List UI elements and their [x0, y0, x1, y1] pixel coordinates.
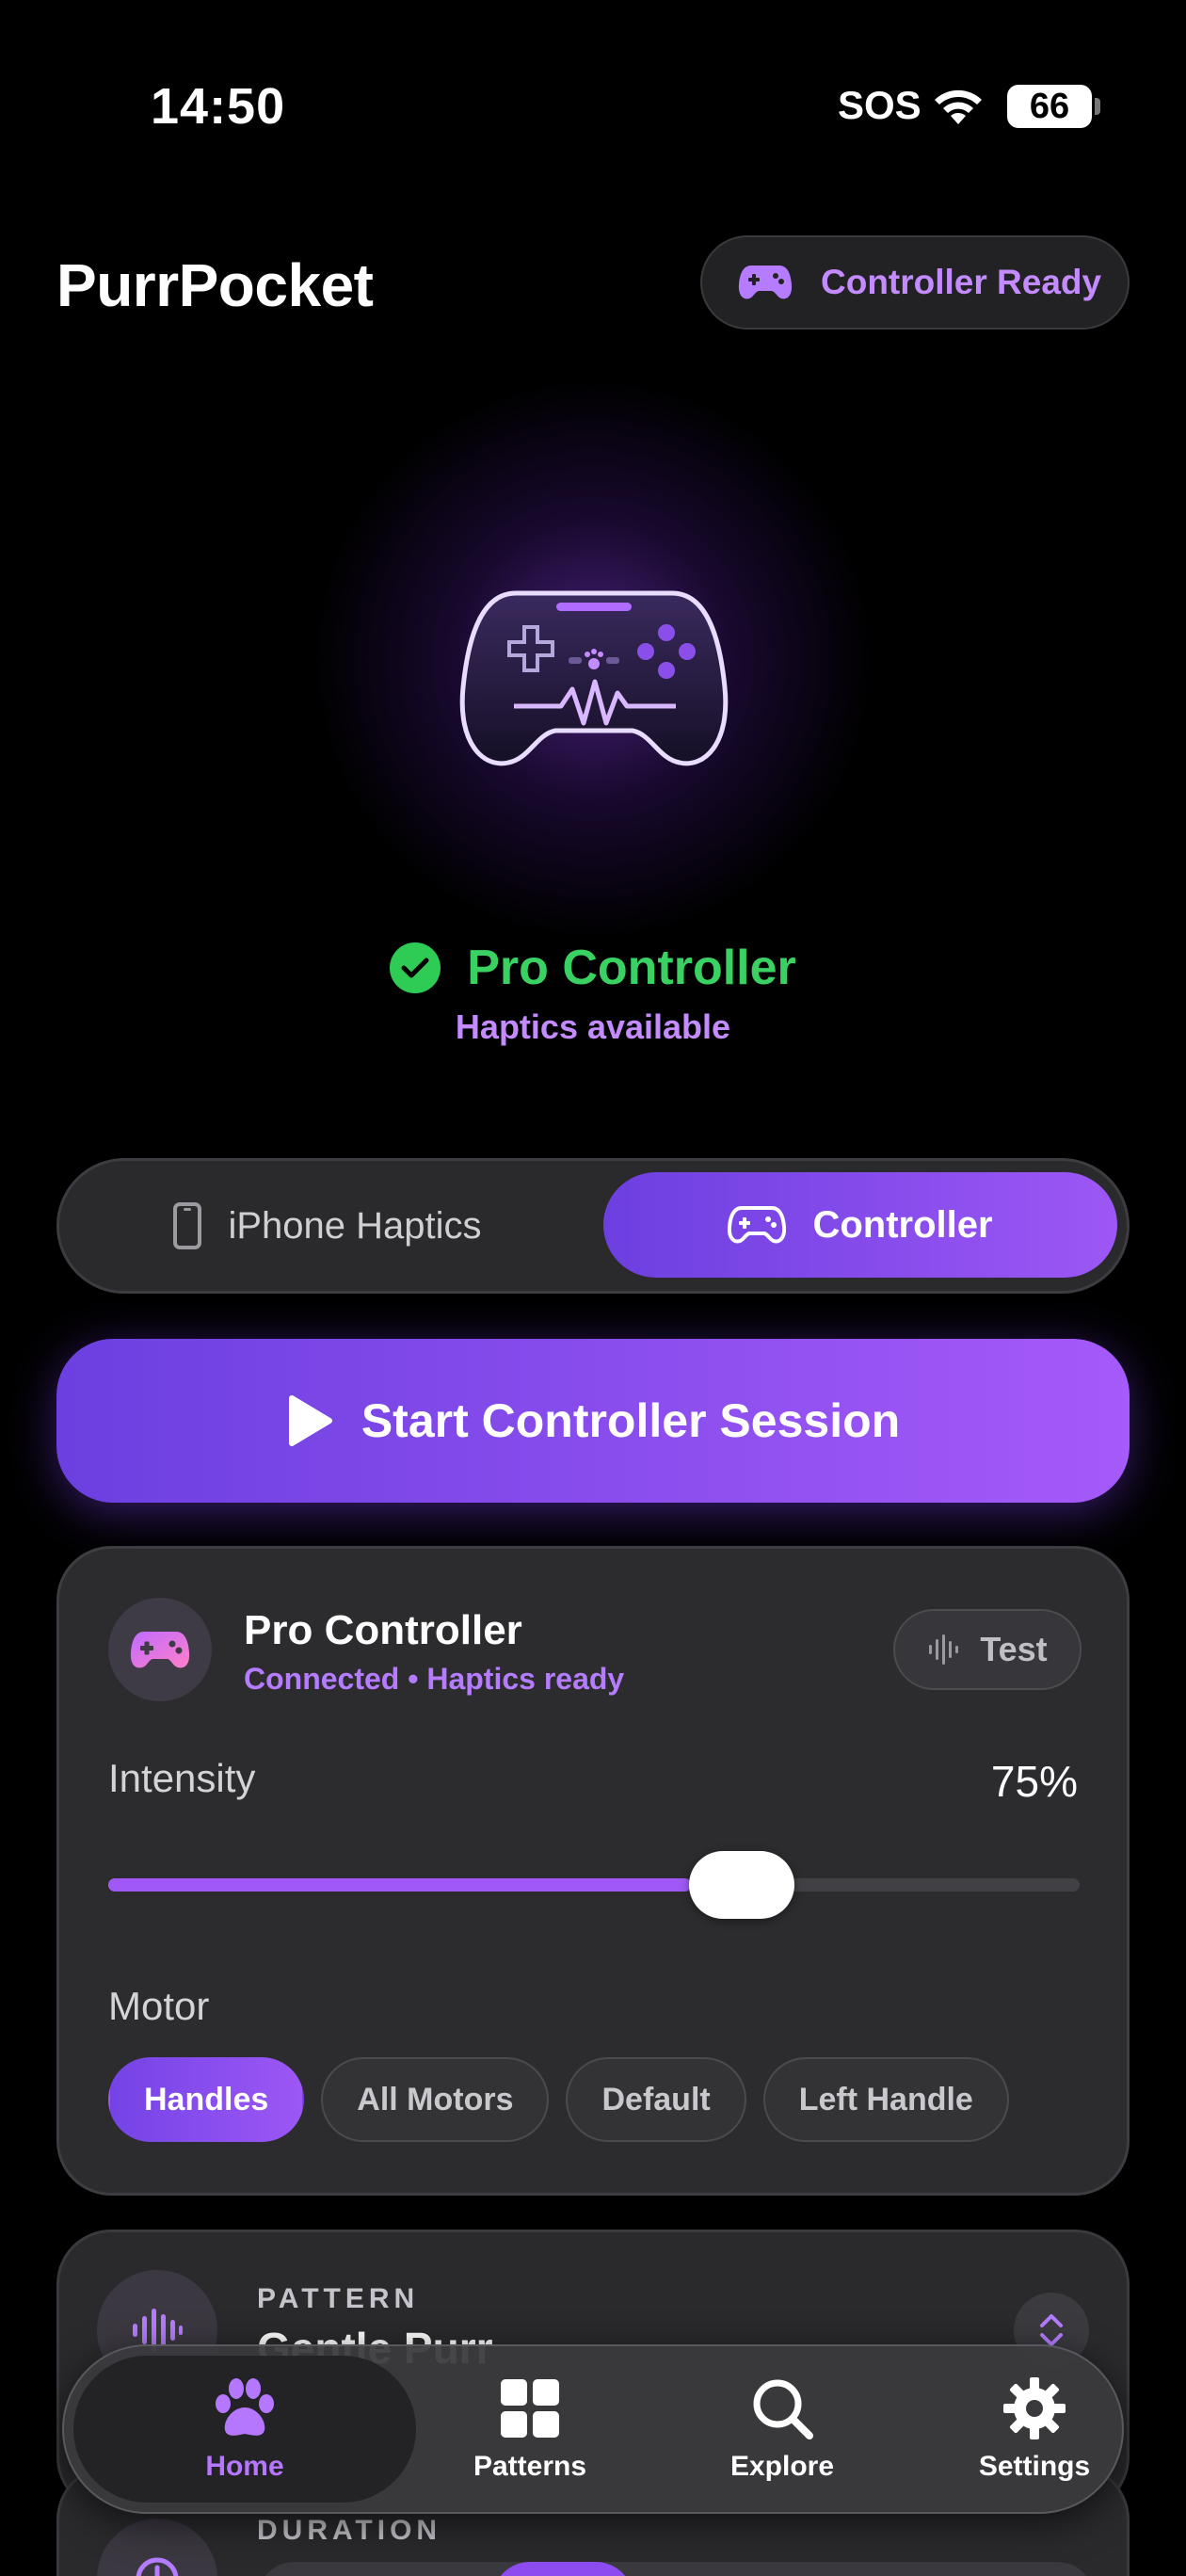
intensity-slider-thumb[interactable] [689, 1851, 794, 1919]
motor-options: Handles All Motors Default Left Handle [108, 2057, 1009, 2142]
tab-settings[interactable]: Settings [898, 2346, 1171, 2512]
app-title: PurrPocket [56, 251, 374, 319]
device-subtitle: Haptics available [455, 1007, 731, 1046]
tab-label: Home [205, 2451, 284, 2482]
phone-icon [173, 1202, 202, 1249]
controller-ready-pill[interactable]: Controller Ready [700, 235, 1130, 330]
gamepad-icon [738, 266, 793, 299]
intensity-slider-fill [108, 1878, 691, 1892]
mode-option-label: iPhone Haptics [228, 1204, 482, 1247]
tab-patterns[interactable]: Patterns [393, 2346, 666, 2512]
start-session-button[interactable]: Start Controller Session [56, 1339, 1130, 1503]
tab-label: Settings [978, 2451, 1091, 2482]
intensity-slider[interactable] [108, 1851, 1080, 1919]
motor-chip-left-handle[interactable]: Left Handle [762, 2057, 1009, 2142]
mode-option-label: Controller [812, 1203, 993, 1246]
intensity-value: 75% [990, 1757, 1078, 1806]
paw-icon [216, 2378, 274, 2436]
motor-chip-all-motors[interactable]: All Motors [321, 2057, 550, 2142]
device-status-row: Pro Controller [0, 940, 1186, 996]
status-time: 14:50 [151, 78, 286, 135]
controller-card: Pro Controller Connected • Haptics ready… [56, 1546, 1130, 2196]
controller-avatar [108, 1598, 212, 1701]
tab-home[interactable]: Home [73, 2356, 416, 2503]
waveform-icon [929, 1634, 959, 1665]
tab-explore[interactable]: Explore [646, 2346, 919, 2512]
controller-card-title: Pro Controller [244, 1607, 522, 1653]
motor-chip-handles[interactable]: Handles [108, 2057, 305, 2142]
grid-icon [501, 2379, 559, 2438]
status-bar: 14:50 SOS 66 [0, 0, 1186, 135]
gamepad-icon [728, 1206, 787, 1244]
gamepad-icon [130, 1632, 190, 1668]
test-haptics-button[interactable]: Test [893, 1609, 1082, 1690]
battery-tip [1095, 98, 1100, 115]
controller-card-subtitle: Connected • Haptics ready [244, 1662, 625, 1696]
device-name: Pro Controller [467, 941, 796, 995]
test-button-label: Test [980, 1630, 1048, 1668]
gear-icon [1003, 2377, 1066, 2439]
start-session-label: Start Controller Session [361, 1394, 901, 1447]
duration-selected-option[interactable] [492, 2562, 633, 2576]
controller-hero-icon [459, 590, 729, 766]
haptics-mode-switch: iPhone Haptics Controller [56, 1158, 1130, 1294]
tab-bar: Home Patterns Explore Settings [62, 2344, 1124, 2514]
tab-label: Patterns [473, 2451, 587, 2482]
sos-indicator: SOS [838, 83, 922, 127]
battery-indicator: 66 [1007, 85, 1092, 128]
pattern-kicker: PATTERN [257, 2283, 420, 2314]
duration-selector[interactable] [257, 2562, 1095, 2576]
motor-chip-default[interactable]: Default [566, 2057, 746, 2142]
intensity-label: Intensity [108, 1756, 256, 1800]
wifi-icon [935, 89, 982, 124]
motor-label: Motor [108, 1984, 210, 2028]
controller-ready-label: Controller Ready [821, 263, 1102, 301]
tab-label: Explore [729, 2451, 835, 2482]
play-icon [288, 1395, 332, 1446]
check-icon [390, 942, 441, 993]
search-icon [753, 2379, 813, 2439]
mode-option-iphone[interactable]: iPhone Haptics [59, 1161, 596, 1291]
mode-option-controller[interactable]: Controller [603, 1172, 1117, 1278]
duration-kicker: DURATION [257, 2515, 442, 2546]
timer-icon [97, 2519, 217, 2576]
